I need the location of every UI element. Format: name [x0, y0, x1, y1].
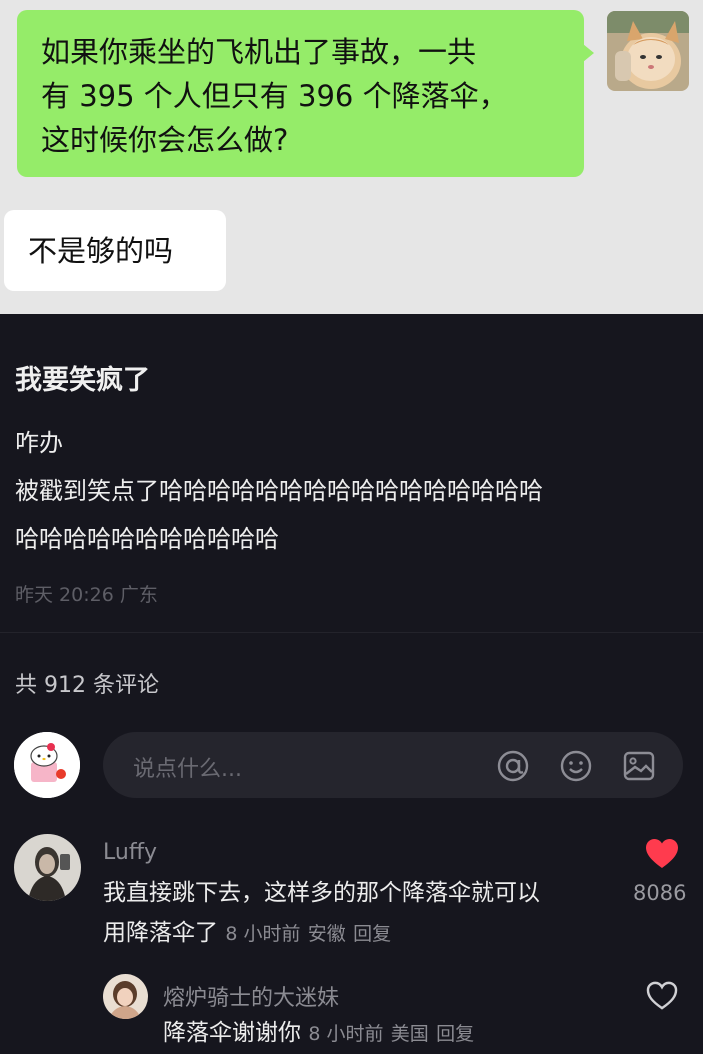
comment-username[interactable]: 熔炉骑士的大迷妹 — [163, 980, 339, 1012]
comment-text-line: 我直接跳下去，这样多的那个降落伞就可以 — [103, 880, 540, 906]
commenter-avatar[interactable] — [14, 834, 81, 901]
comment-text-line: 用降落伞了 8 小时前 安徽 回复 — [103, 913, 540, 954]
divider — [0, 632, 703, 633]
question-line: 这时候你会怎么做? — [41, 123, 289, 157]
comment-location: 美国 — [390, 1023, 429, 1045]
post-title: 我要笑疯了 — [15, 365, 150, 396]
my-avatar[interactable] — [14, 732, 80, 798]
post-meta: 昨天 20:26 广东 — [15, 584, 158, 606]
comment-username[interactable]: Luffy — [103, 840, 157, 865]
comment-text[interactable]: 我直接跳下去，这样多的那个降落伞就可以 用降落伞了 8 小时前 安徽 回复 — [103, 873, 540, 954]
commenter-avatar[interactable] — [103, 974, 148, 1019]
cat-avatar — [607, 11, 689, 91]
like-count: 8086 — [633, 881, 687, 905]
question-line: 有 395 个人但只有 396 个降落伞， — [41, 79, 508, 113]
reply-bubble: 不是够的吗 — [4, 210, 226, 291]
chat-screenshot: 如果你乘坐的飞机出了事故，一共 有 395 个人但只有 396 个降落伞， 这时… — [0, 0, 703, 314]
comment-text-body: 降落伞谢谢你 — [163, 1020, 301, 1046]
image-icon[interactable] — [622, 749, 656, 783]
comment-time: 8 小时前 — [225, 923, 301, 945]
comment-location: 安徽 — [307, 923, 346, 945]
reply-button[interactable]: 回复 — [353, 923, 391, 945]
comment-input-placeholder: 说点什么... — [133, 757, 242, 782]
question-line: 如果你乘坐的飞机出了事故，一共 — [41, 35, 477, 69]
heart-filled-icon[interactable] — [645, 838, 679, 869]
comment-count: 共 912 条评论 — [15, 673, 159, 698]
post-text-line: 被戳到笑点了哈哈哈哈哈哈哈哈哈哈哈哈哈哈哈哈 — [15, 477, 543, 505]
post-text-line: 咋办 — [15, 429, 63, 457]
at-icon[interactable] — [496, 749, 530, 783]
comment-text[interactable]: 降落伞谢谢你 8 小时前 美国 回复 — [163, 1013, 474, 1054]
post-text-line: 哈哈哈哈哈哈哈哈哈哈哈 — [15, 525, 279, 553]
comment-text-tail: 用降落伞了 — [103, 920, 218, 946]
heart-outline-icon[interactable] — [646, 981, 678, 1010]
question-bubble: 如果你乘坐的飞机出了事故，一共 有 395 个人但只有 396 个降落伞， 这时… — [17, 10, 594, 177]
reply-button[interactable]: 回复 — [436, 1023, 474, 1045]
emoji-icon[interactable] — [559, 749, 593, 783]
comment-input[interactable]: 说点什么... — [103, 732, 683, 798]
comment-time: 8 小时前 — [308, 1023, 384, 1045]
